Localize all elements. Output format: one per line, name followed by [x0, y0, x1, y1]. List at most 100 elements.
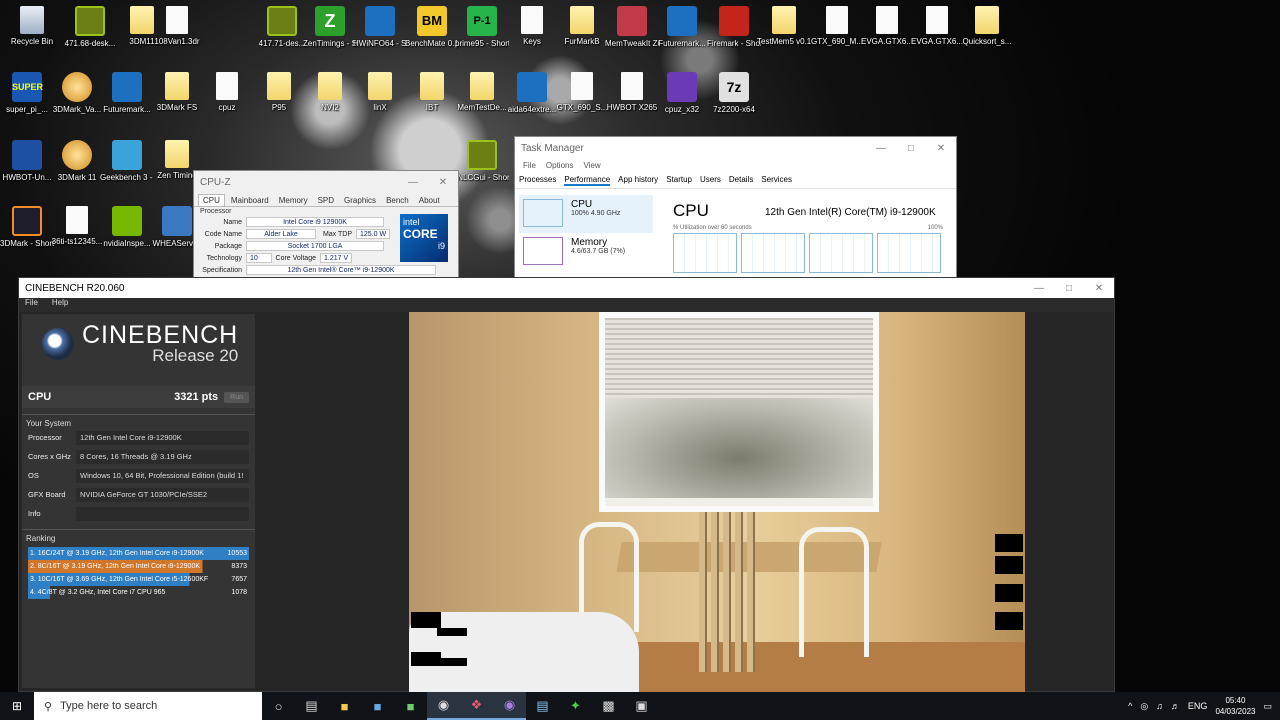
cinebench-window[interactable]: CINEBENCH R20.060 — □ ✕ File Help CINEBE…	[18, 277, 1115, 692]
cpuz-tab-spd[interactable]: SPD	[314, 195, 338, 206]
desktop-icon[interactable]: 3DMark 11	[50, 140, 104, 183]
desktop-icon[interactable]: 471.68-desk...	[63, 6, 117, 49]
desktop-icon[interactable]: HWiNFO64 - Shortcut	[353, 6, 407, 49]
menu-help[interactable]: Help	[52, 298, 68, 312]
desktop-icon[interactable]: 3DMark FS	[150, 72, 204, 113]
desktop-icon[interactable]: 7z 7z2200-x64	[707, 72, 761, 115]
desktop-icon[interactable]: BM BenchMate 0.10.7	[405, 6, 459, 49]
desktop-icon[interactable]: NVI2	[303, 72, 357, 113]
desktop-icon[interactable]: 417.71-des...	[255, 6, 309, 49]
cortana-icon[interactable]: ○	[262, 692, 295, 720]
notification-icon[interactable]: ▭	[1263, 701, 1272, 712]
cpuz-window[interactable]: CPU-Z — ✕ CPU Mainboard Memory SPD Graph…	[193, 170, 459, 280]
start-button[interactable]: ⊞	[0, 692, 34, 720]
desktop-icon[interactable]: SUPER super_pi_...	[0, 72, 54, 115]
menu-view[interactable]: View	[583, 161, 600, 170]
cpuz-tab-graphics[interactable]: Graphics	[340, 195, 380, 206]
network-tool-taskbar-icon[interactable]: ▣	[625, 692, 658, 720]
file-explorer-icon[interactable]: ■	[328, 692, 361, 720]
desktop-icon[interactable]: TestMem5 v0.12 (be...	[757, 6, 811, 47]
task-manager-titlebar[interactable]: Task Manager — □ ✕	[515, 137, 956, 159]
desktop-icon[interactable]: cpuz_x32	[655, 72, 709, 115]
menu-file[interactable]: File	[25, 298, 38, 312]
cpuz-taskbar-icon[interactable]: ◉	[493, 692, 526, 720]
desktop-icon[interactable]: MemTweakIt Z690	[605, 6, 659, 49]
task-view-icon[interactable]: ▤	[295, 692, 328, 720]
speaker-icon[interactable]: ♫	[1156, 701, 1163, 711]
desktop-icon[interactable]: 36ti-ts12345...	[50, 206, 104, 247]
desktop-icon[interactable]: P95	[252, 72, 306, 113]
maximize-icon[interactable]: □	[1054, 283, 1084, 294]
desktop-icon[interactable]: Futuremark...	[655, 6, 709, 49]
desktop-icon[interactable]: HWBOT-Un...	[0, 140, 54, 183]
cpuz-tab-bench[interactable]: Bench	[382, 195, 413, 206]
cpuz-tab-cpu[interactable]: CPU	[198, 194, 225, 206]
tab-processes[interactable]: Processes	[519, 175, 556, 186]
desktop-icon[interactable]: IBT	[405, 72, 459, 113]
cpuz-tab-about[interactable]: About	[415, 195, 444, 206]
close-icon[interactable]: ✕	[1084, 283, 1114, 294]
desktop-icon[interactable]: cpuz	[200, 72, 254, 113]
tab-app-history[interactable]: App history	[618, 175, 658, 186]
desktop-icon[interactable]: EVGA.GTX6...	[860, 6, 914, 47]
desktop-icon[interactable]: 3DMark_Va...	[50, 72, 104, 115]
desktop-icon[interactable]: Futuremark...	[100, 72, 154, 115]
perf-item-cpu[interactable]: CPU 100% 4.90 GHz	[519, 195, 653, 233]
desktop-icon[interactable]: Recycle Bin	[5, 6, 59, 47]
desktop-icon[interactable]: INLCGui - Shortcut	[455, 140, 509, 183]
desktop-icon[interactable]: GTX_690_S...	[555, 72, 609, 113]
cpuz-tab-memory[interactable]: Memory	[275, 195, 312, 206]
desktop-icon[interactable]: linX	[353, 72, 407, 113]
hwinfo-taskbar-icon[interactable]: ■	[361, 692, 394, 720]
desktop-icon[interactable]: Geekbench 3 - Shortcut	[100, 140, 154, 183]
gpu-tool-taskbar-icon[interactable]: ■	[394, 692, 427, 720]
tab-details[interactable]: Details	[729, 175, 753, 186]
desktop-icon[interactable]: FurMarkB	[555, 6, 609, 47]
language-indicator[interactable]: ENG	[1188, 701, 1208, 711]
desktop-icon[interactable]: GTX_690_M...	[810, 6, 864, 47]
app-taskbar-icon[interactable]: ▩	[592, 692, 625, 720]
task-manager-window[interactable]: Task Manager — □ ✕ File Options View Pro…	[514, 136, 957, 278]
volume-icon[interactable]: ♬	[1171, 701, 1180, 711]
desktop-icon[interactable]: 108Van1.3dr	[150, 6, 204, 47]
tab-services[interactable]: Services	[761, 175, 792, 186]
minimize-icon[interactable]: —	[398, 177, 428, 188]
run-button[interactable]: Run	[224, 391, 249, 403]
desktop-icon[interactable]: MemTestDe...	[455, 72, 509, 113]
desktop-icon[interactable]: EVGA.GTX6...	[910, 6, 964, 47]
desktop-icon[interactable]: Quicksort_s...	[960, 6, 1014, 47]
menu-options[interactable]: Options	[546, 161, 574, 170]
ranking-row[interactable]: 2. 8C/16T @ 3.19 GHz, 12th Gen Intel Cor…	[28, 560, 249, 573]
minimize-icon[interactable]: —	[866, 143, 896, 154]
zentimings-taskbar-icon[interactable]: ✦	[559, 692, 592, 720]
desktop-icon[interactable]: nvidiaInspe...	[100, 206, 154, 249]
tab-users[interactable]: Users	[700, 175, 721, 186]
ranking-row[interactable]: 4. 4C/8T @ 3.2 GHz, Intel Core i7 CPU 96…	[28, 586, 249, 599]
desktop-icon[interactable]: P-1 prime95 - Shortcut	[455, 6, 509, 49]
maximize-icon[interactable]: □	[896, 143, 926, 154]
desktop-icon[interactable]: Z ZenTimings - Shortcut	[303, 6, 357, 49]
close-icon[interactable]: ✕	[926, 143, 956, 154]
taskbar-search[interactable]: ⚲ Type here to search	[34, 692, 262, 720]
tab-startup[interactable]: Startup	[666, 175, 692, 186]
network-icon[interactable]: ◎	[1140, 701, 1148, 712]
perf-item-memory[interactable]: Memory 4.6/63.7 GB (7%)	[519, 233, 653, 271]
cinebench-taskbar-icon[interactable]: ◉	[427, 692, 460, 720]
memtweakit-taskbar-icon[interactable]: ❖	[460, 692, 493, 720]
cinebench-titlebar[interactable]: CINEBENCH R20.060 — □ ✕	[19, 278, 1114, 298]
cpuz-titlebar[interactable]: CPU-Z — ✕	[194, 171, 458, 193]
desktop-icon[interactable]: HWBOT X265	[605, 72, 659, 113]
ranking-row[interactable]: 1. 16C/24T @ 3.19 GHz, 12th Gen Intel Co…	[28, 547, 249, 560]
minimize-icon[interactable]: —	[1024, 283, 1054, 294]
ranking-row[interactable]: 3. 10C/16T @ 3.69 GHz, 12th Gen Intel Co…	[28, 573, 249, 586]
desktop-icon[interactable]: aida64extre...	[505, 72, 559, 115]
close-icon[interactable]: ✕	[428, 177, 458, 188]
desktop-icon[interactable]: Firemark - Shortcut	[707, 6, 761, 49]
clock[interactable]: 05:40 04/03/2023	[1215, 695, 1255, 717]
chevron-up-icon[interactable]: ^	[1128, 701, 1132, 711]
task-manager-taskbar-icon[interactable]: ▤	[526, 692, 559, 720]
desktop-icon[interactable]: Keys	[505, 6, 559, 47]
desktop-icon[interactable]: 3DMark - Shortcut	[0, 206, 54, 249]
tab-performance[interactable]: Performance	[564, 175, 611, 186]
menu-file[interactable]: File	[523, 161, 536, 170]
